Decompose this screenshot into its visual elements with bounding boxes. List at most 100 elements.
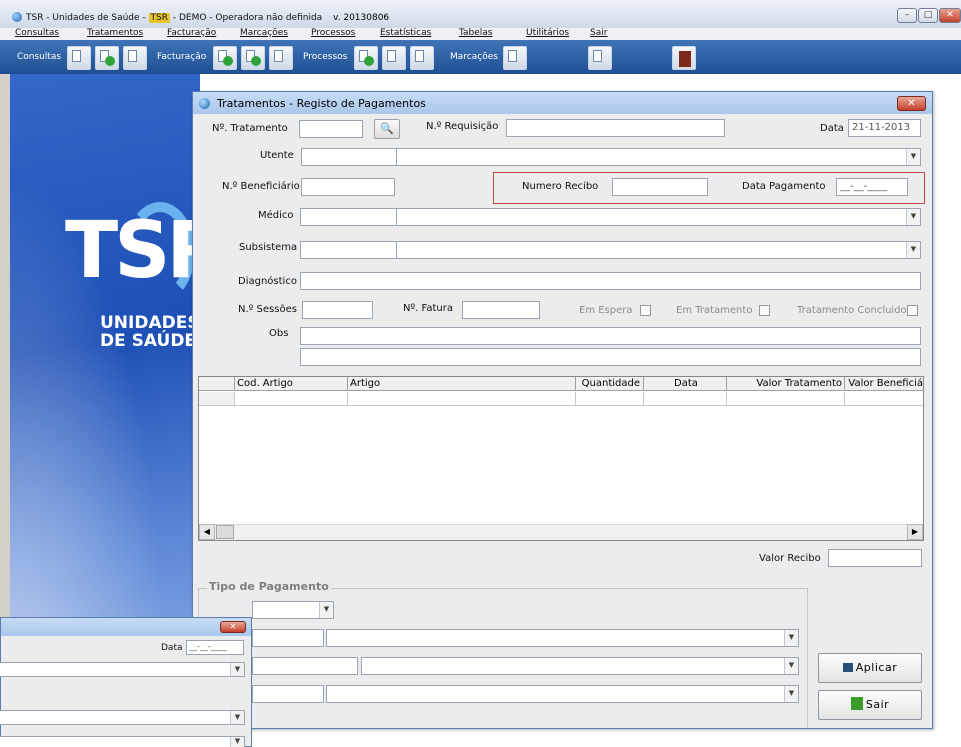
grid-header-valor-beneficiario[interactable]: Valor Beneficiá: [845, 377, 923, 391]
window-close-button[interactable]: ✕: [939, 8, 961, 23]
scroll-right-icon[interactable]: ▶: [907, 524, 923, 540]
menu-facturacao[interactable]: Facturação: [167, 28, 216, 38]
edit-consulta-icon[interactable]: [67, 46, 91, 70]
medico-code-input[interactable]: [300, 208, 397, 226]
tratamento-concluido-checkbox[interactable]: [907, 305, 918, 316]
numero-recibo-label: Numero Recibo: [522, 181, 599, 192]
em-tratamento-checkbox[interactable]: [759, 305, 770, 316]
artigos-grid[interactable]: Cod. Artigo Artigo Quantidade Data Valor…: [198, 376, 924, 541]
tipo-pagamento-combo[interactable]: ▼: [252, 601, 334, 619]
new-consulta-icon[interactable]: [95, 46, 119, 70]
grid-horizontal-scrollbar[interactable]: [199, 524, 923, 540]
chevron-down-icon[interactable]: ▼: [319, 602, 333, 618]
n-fatura-input[interactable]: [462, 301, 540, 319]
table-row[interactable]: [576, 392, 644, 406]
subsistema-code-input[interactable]: [300, 241, 397, 259]
table-row[interactable]: [727, 392, 845, 406]
maximize-button[interactable]: □: [918, 8, 938, 23]
exit-door-icon[interactable]: [672, 46, 696, 70]
chevron-down-icon[interactable]: ▼: [906, 149, 920, 165]
sair-button-label: Sair: [865, 698, 890, 711]
conta-name-combo[interactable]: ▼: [326, 685, 799, 703]
utente-name-combo[interactable]: ▼: [396, 148, 921, 166]
em-espera-checkbox[interactable]: [640, 305, 651, 316]
new-processo-icon[interactable]: [354, 46, 378, 70]
menu-marcacoes[interactable]: Marcações: [240, 28, 288, 38]
toolbar: Consultas Facturação Processos Marcações: [0, 40, 961, 74]
toolbar-consultas-label: Consultas: [17, 52, 62, 62]
banco-name-combo[interactable]: ▼: [326, 629, 799, 647]
chevron-down-icon[interactable]: ▼: [230, 711, 244, 724]
table-row[interactable]: [845, 392, 923, 406]
apply-grid-icon: [842, 663, 853, 672]
calendar-icon[interactable]: [503, 46, 527, 70]
background-window: ✕ Data __-__-____ ▼ ▼ ▼: [0, 617, 252, 747]
new-fatura-icon[interactable]: [213, 46, 237, 70]
grid-header-quantidade[interactable]: Quantidade: [576, 377, 644, 391]
chevron-down-icon[interactable]: ▼: [906, 242, 920, 258]
menu-tratamentos[interactable]: Tratamentos: [87, 28, 143, 38]
table-row[interactable]: [348, 392, 576, 406]
search-consulta-icon[interactable]: [123, 46, 147, 70]
obs-input-line2[interactable]: [300, 348, 921, 366]
grid-header-valor-tratamento[interactable]: Valor Tratamento: [727, 377, 845, 391]
toolbar-marcacoes-label: Marcações: [450, 52, 498, 62]
background-window-close-button[interactable]: ✕: [220, 621, 246, 633]
scroll-left-icon[interactable]: ◀: [199, 524, 215, 540]
chevron-down-icon[interactable]: ▼: [784, 658, 798, 674]
subwin-data-input[interactable]: __-__-____: [186, 640, 244, 655]
aplicar-button[interactable]: Aplicar: [818, 653, 922, 683]
menu-processos[interactable]: Processos: [311, 28, 355, 38]
obs-input-line1[interactable]: [300, 327, 921, 345]
conta-code-input[interactable]: [252, 685, 324, 703]
em-espera-label: Em Espera: [579, 305, 633, 316]
scroll-thumb[interactable]: [216, 525, 234, 539]
monitor-search-icon[interactable]: [588, 46, 612, 70]
title-suffix: - DEMO - Operadora não definida: [169, 13, 323, 23]
subwin-combo-1[interactable]: ▼: [0, 662, 245, 677]
grid-header-data[interactable]: Data: [644, 377, 727, 391]
subwin-combo-3[interactable]: ▼: [0, 736, 245, 747]
n-tratamento-input[interactable]: [299, 120, 363, 138]
chevron-down-icon[interactable]: ▼: [784, 686, 798, 702]
dialog-close-button[interactable]: ✕: [897, 96, 926, 111]
n-beneficiario-input[interactable]: [301, 178, 395, 196]
minimize-button[interactable]: –: [897, 8, 917, 23]
binoculars-search-icon[interactable]: 🔍: [374, 119, 400, 139]
medico-name-combo[interactable]: ▼: [396, 208, 921, 226]
menu-consultas[interactable]: Consultas: [15, 28, 59, 38]
banco-code-input[interactable]: [252, 629, 324, 647]
data-input[interactable]: 21-11-2013: [848, 119, 921, 137]
utente-code-input[interactable]: [301, 148, 397, 166]
menu-estatisticas[interactable]: Estatísticas: [380, 28, 431, 38]
table-row[interactable]: [644, 392, 727, 406]
table-row[interactable]: [235, 392, 348, 406]
valor-recibo-input[interactable]: [828, 549, 922, 567]
table-row[interactable]: [199, 392, 235, 406]
menu-utilitarios[interactable]: Utilitários: [526, 28, 569, 38]
data-pagamento-input[interactable]: __-__-____: [836, 178, 908, 196]
chevron-down-icon[interactable]: ▼: [906, 209, 920, 225]
n-sessoes-input[interactable]: [302, 301, 373, 319]
sair-button[interactable]: Sair: [818, 690, 922, 720]
chevron-down-icon[interactable]: ▼: [230, 663, 244, 676]
menu-sair[interactable]: Sair: [590, 28, 607, 38]
grid-header-cod-artigo[interactable]: Cod. Artigo: [235, 377, 348, 391]
grid-header-artigo[interactable]: Artigo: [348, 377, 576, 391]
cheque-name-combo[interactable]: ▼: [361, 657, 799, 675]
numero-recibo-input[interactable]: [612, 178, 708, 196]
subsistema-name-combo[interactable]: ▼: [396, 241, 921, 259]
search-processo-icon[interactable]: [382, 46, 406, 70]
euro-fatura-icon[interactable]: [241, 46, 265, 70]
n-sessoes-label: N.º Sessões: [238, 304, 297, 315]
n-requisicao-input[interactable]: [506, 119, 725, 137]
info-processo-icon[interactable]: [410, 46, 434, 70]
subwin-combo-2[interactable]: ▼: [0, 710, 245, 725]
cheque-code-input[interactable]: [252, 657, 358, 675]
chevron-down-icon[interactable]: ▼: [230, 737, 244, 747]
n-requisicao-label: N.º Requisição: [426, 121, 499, 132]
print-fatura-icon[interactable]: [269, 46, 293, 70]
chevron-down-icon[interactable]: ▼: [784, 630, 798, 646]
diagnostico-input[interactable]: [300, 272, 921, 290]
menu-tabelas[interactable]: Tabelas: [459, 28, 492, 38]
